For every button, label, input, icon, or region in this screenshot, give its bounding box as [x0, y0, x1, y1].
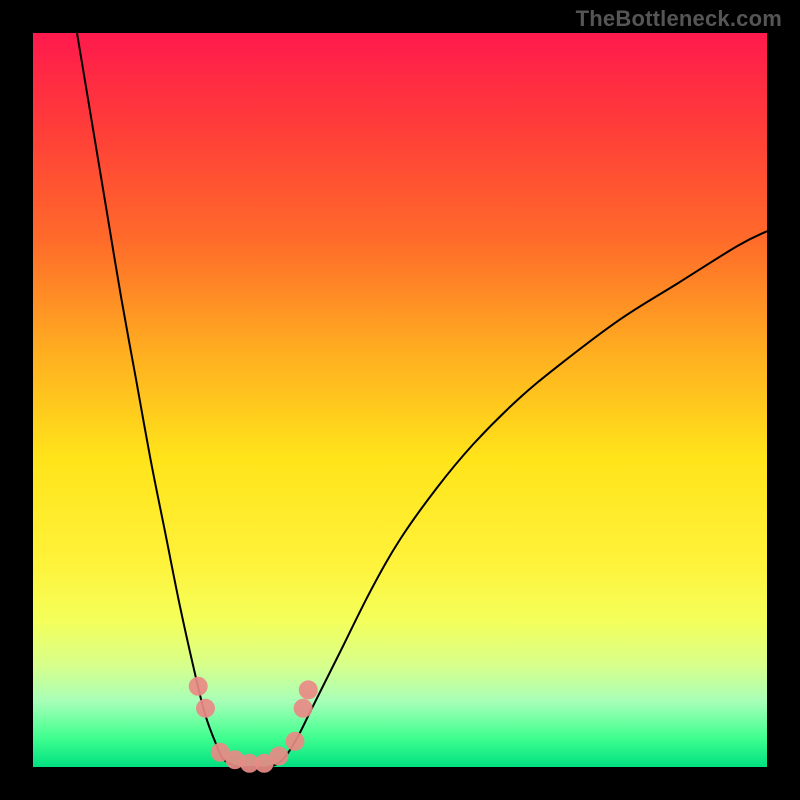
curve-svg [33, 33, 767, 767]
valley-marker [299, 680, 318, 699]
valley-marker [269, 747, 288, 766]
plot-area [33, 33, 767, 767]
valley-marker [196, 699, 215, 718]
chart-frame: TheBottleneck.com [0, 0, 800, 800]
bottleneck-curve [77, 33, 767, 768]
watermark-text: TheBottleneck.com [576, 6, 782, 32]
valley-marker [189, 677, 208, 696]
valley-marker [294, 699, 313, 718]
valley-marker [286, 732, 305, 751]
